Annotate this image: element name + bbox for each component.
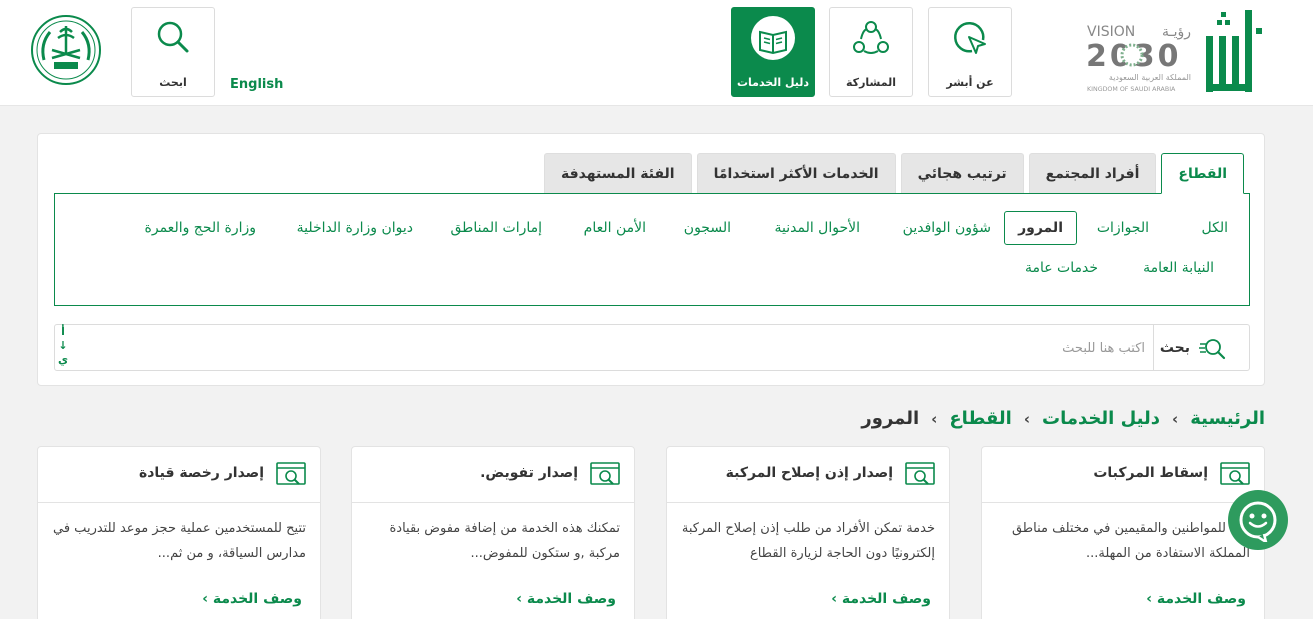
tab-sector[interactable]: القطاع [1161, 153, 1244, 194]
saudi-emblem-logo[interactable] [30, 14, 102, 86]
language-switch-link[interactable]: English [230, 77, 283, 92]
service-search-icon [905, 462, 935, 485]
breadcrumb-services-guide[interactable]: دليل الخدمات [1042, 408, 1160, 429]
service-card-description: تتيح للمواطنين والمقيمين في مختلف مناطق … [1011, 521, 1250, 561]
service-card[interactable]: إصدار رخصة قيادة تتيح للمستخدمين عملية ح… [37, 446, 321, 619]
sector-moi-diwan[interactable]: ديوان وزارة الداخلية [297, 220, 413, 236]
nav-services-guide[interactable]: دليل الخدمات [731, 7, 815, 97]
search-icon [157, 21, 189, 53]
sector-public-prosecution[interactable]: النيابة العامة [1143, 260, 1214, 276]
search-button[interactable]: بحث [1153, 325, 1249, 370]
nav-participation-label: المشاركة [846, 76, 896, 89]
service-description-link[interactable]: وصف الخدمة › [202, 591, 302, 607]
search-button-label: بحث [1159, 340, 1190, 356]
search-input[interactable] [165, 333, 1145, 363]
sector-civil-affairs[interactable]: الأحوال المدنية [775, 220, 861, 236]
breadcrumb-current: المرور [861, 408, 920, 429]
nav-about-absher-label: عن أبشر [946, 76, 994, 89]
service-search-icon [1220, 462, 1250, 485]
breadcrumb-sector[interactable]: القطاع [949, 408, 1011, 429]
nav-services-guide-label: دليل الخدمات [736, 76, 810, 89]
sort-arrow-icon: ↓ [58, 339, 68, 352]
service-card-title: إصدار إذن إصلاح المركبة [725, 465, 893, 481]
open-book-icon [759, 30, 787, 55]
breadcrumb: الرئيسية › دليل الخدمات › القطاع › المرو… [861, 408, 1265, 429]
service-card[interactable]: إصدار إذن إصلاح المركبة خدمة تمكن الأفرا… [666, 446, 950, 619]
sector-regional-emirates[interactable]: إمارات المناطق [451, 220, 543, 236]
vision-text: VISION [1087, 24, 1135, 40]
service-description-link[interactable]: وصف الخدمة › [831, 591, 931, 607]
vision-2030-logo: VISION رؤيـة 2030 المملكة العربية السعود… [1086, 24, 1191, 93]
vision-arabic-text: رؤيـة [1162, 24, 1191, 40]
chat-bot-icon [1239, 501, 1277, 542]
service-description-link[interactable]: وصف الخدمة › [1146, 591, 1246, 607]
chatbot-button[interactable] [1228, 490, 1288, 550]
absher-logo[interactable] [1200, 6, 1265, 98]
alphabetical-sort-toggle[interactable]: أ ↓ ي [57, 325, 69, 367]
search-nav-button[interactable]: ابحث [131, 7, 215, 97]
sector-general-services[interactable]: خدمات عامة [1025, 260, 1098, 276]
sector-hajj-umrah-ministry[interactable]: وزارة الحج والعمرة [145, 220, 256, 236]
service-search-icon [276, 462, 306, 485]
sector-prisons[interactable]: السجون [684, 220, 731, 236]
tab-community-members[interactable]: أفراد المجتمع [1028, 153, 1157, 193]
chevron-left-icon: › [931, 409, 938, 428]
tab-target-group[interactable]: الفئة المستهدفة [544, 153, 692, 193]
service-card[interactable]: إصدار تفويض. تمكنك هذه الخدمة من إضافة م… [351, 446, 635, 619]
search-bar: بحث أ ↓ ي [54, 324, 1250, 371]
service-search-icon [590, 462, 620, 485]
service-card-title: إسقاط المركبات [1093, 465, 1208, 481]
service-card-title: إصدار تفويض. [480, 465, 578, 481]
service-card-description: خدمة تمكن الأفراد من طلب إذن إصلاح المرك… [681, 521, 935, 561]
vision-kingdom-english: KINGDOM OF SAUDI ARABIA [1087, 86, 1176, 93]
nav-about-absher[interactable]: عن أبشر [928, 7, 1012, 97]
breadcrumb-home[interactable]: الرئيسية [1190, 408, 1265, 429]
service-card-description: تمكنك هذه الخدمة من إضافة مفوض بقيادة مر… [389, 521, 620, 561]
filter-tabs: القطاع أفراد المجتمع ترتيب هجائي الخدمات… [544, 153, 1244, 194]
sector-expatriates-affairs[interactable]: شؤون الوافدين [903, 220, 991, 236]
search-icon [1199, 339, 1226, 360]
sector-traffic[interactable]: المرور [1004, 211, 1077, 245]
sector-filter-list: الكل الجوازات المرور شؤون الوافدين الأحو… [54, 193, 1250, 306]
vision-kingdom-arabic: المملكة العربية السعودية [1109, 73, 1191, 82]
search-nav-label: ابحث [159, 76, 187, 89]
sector-all[interactable]: الكل [1202, 220, 1229, 236]
sector-public-security[interactable]: الأمن العام [584, 220, 646, 236]
pointer-cursor-icon [954, 22, 986, 54]
chevron-left-icon: › [1172, 409, 1179, 428]
tab-alphabetical[interactable]: ترتيب هجائي [900, 153, 1024, 193]
site-header: ابحث English دليل الخدمات المشاركة عن أب… [0, 0, 1313, 106]
chevron-left-icon: › [1023, 409, 1031, 428]
service-card[interactable]: إسقاط المركبات تتيح للمواطنين والمقيمين … [981, 446, 1265, 619]
service-card-title: إصدار رخصة قيادة [138, 465, 264, 481]
sector-passports[interactable]: الجوازات [1097, 220, 1149, 236]
service-card-description: تتيح للمستخدمين عملية حجز موعد للتدريب ف… [53, 521, 306, 561]
participation-network-icon [853, 21, 889, 54]
services-filter-panel: القطاع أفراد المجتمع ترتيب هجائي الخدمات… [37, 133, 1265, 386]
nav-participation[interactable]: المشاركة [829, 7, 913, 97]
service-description-link[interactable]: وصف الخدمة › [516, 591, 616, 607]
tab-most-used[interactable]: الخدمات الأكثر استخدامًا [696, 153, 896, 193]
